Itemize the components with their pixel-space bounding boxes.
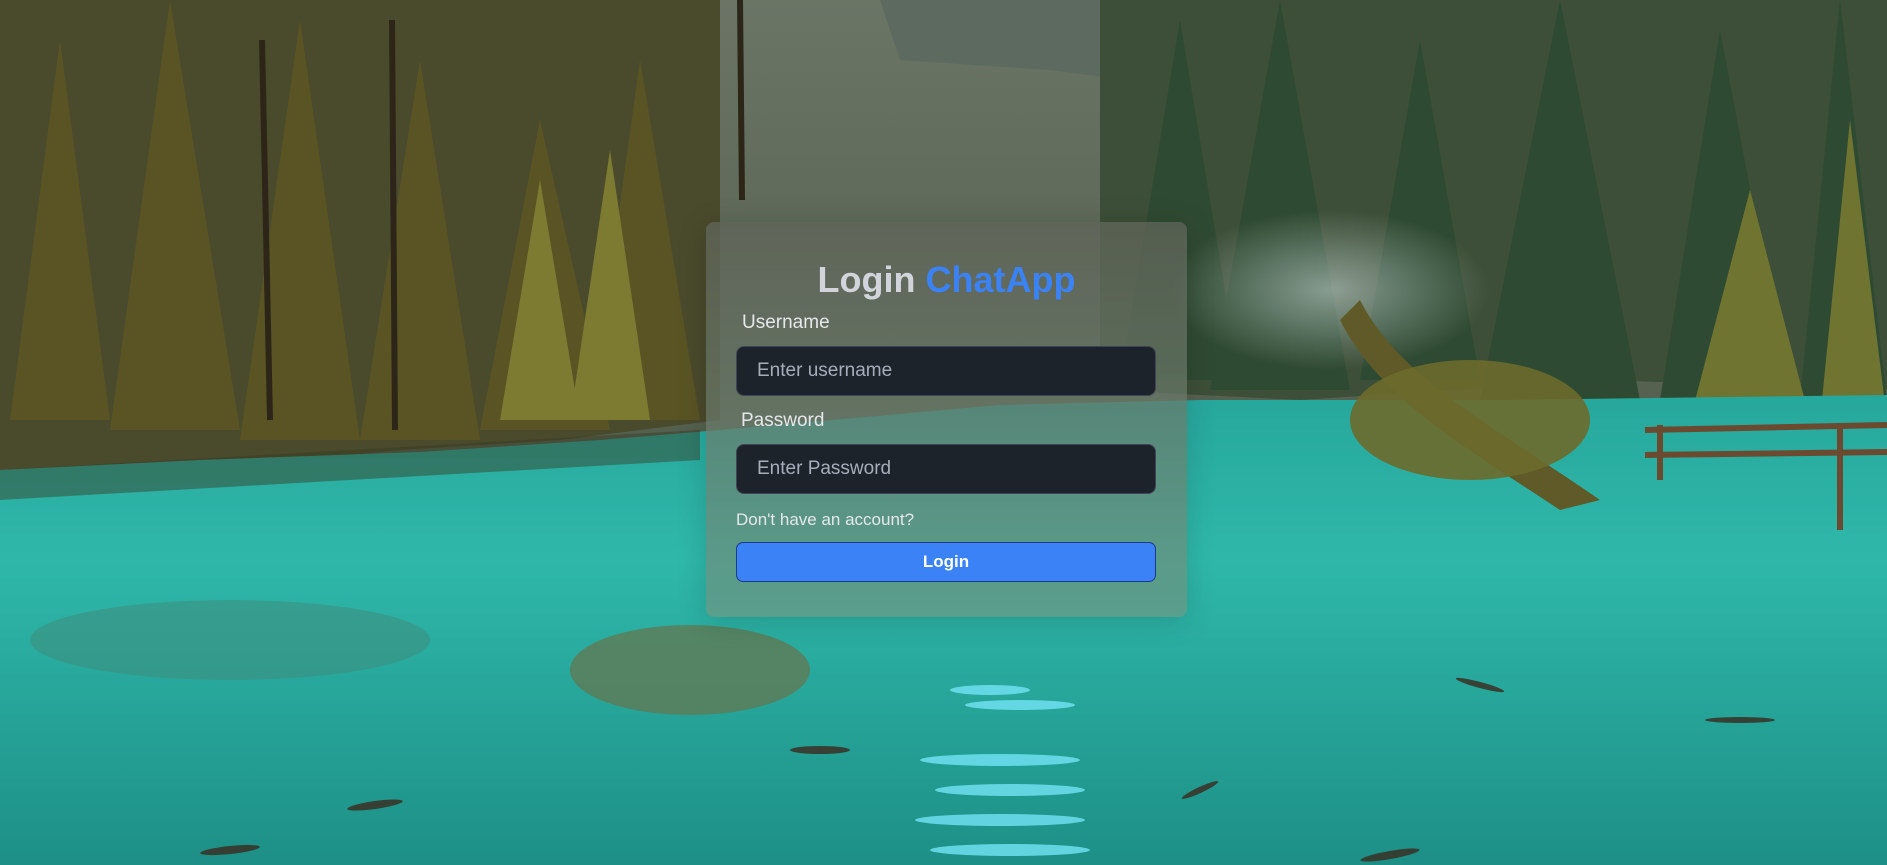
- login-button[interactable]: Login: [736, 542, 1156, 582]
- login-form: Login ChatApp Username Password Don't ha…: [706, 222, 1187, 617]
- page-title: Login ChatApp: [736, 258, 1157, 302]
- brand-name: ChatApp: [925, 259, 1076, 300]
- password-input[interactable]: [736, 444, 1156, 494]
- signup-link[interactable]: Don't have an account?: [736, 508, 914, 532]
- password-label: Password: [741, 410, 825, 431]
- username-input[interactable]: [736, 346, 1156, 396]
- title-prefix: Login: [817, 259, 916, 300]
- username-label: Username: [742, 312, 830, 333]
